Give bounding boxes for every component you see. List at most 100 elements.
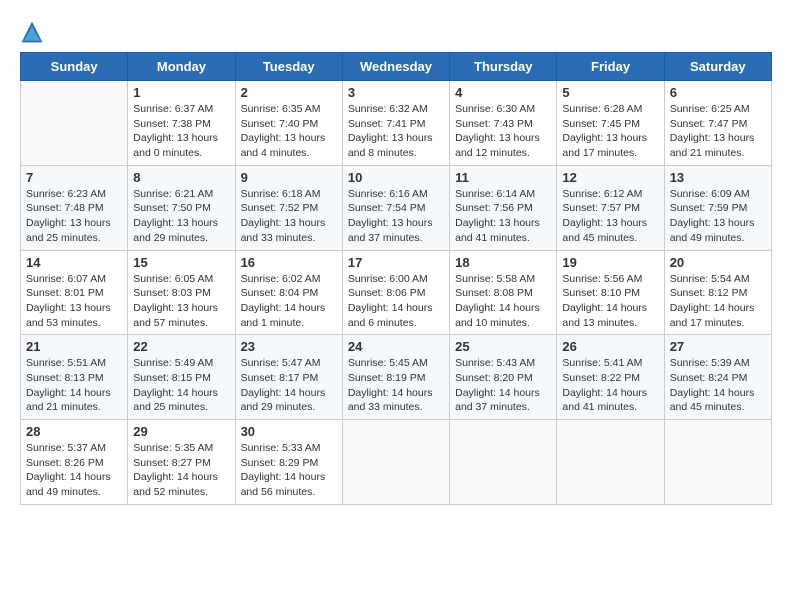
- day-info: Sunrise: 6:18 AMSunset: 7:52 PMDaylight:…: [241, 187, 337, 246]
- day-number: 27: [670, 339, 766, 354]
- day-info: Sunrise: 5:54 AMSunset: 8:12 PMDaylight:…: [670, 272, 766, 331]
- day-cell: 5 Sunrise: 6:28 AMSunset: 7:45 PMDaylight…: [557, 81, 664, 166]
- day-cell: 12Sunrise: 6:12 AMSunset: 7:57 PMDayligh…: [557, 165, 664, 250]
- day-number: 20: [670, 255, 766, 270]
- day-info: Sunrise: 6:02 AMSunset: 8:04 PMDaylight:…: [241, 272, 337, 331]
- day-info: Sunrise: 5:49 AMSunset: 8:15 PMDaylight:…: [133, 356, 229, 415]
- day-info: Sunrise: 5:47 AMSunset: 8:17 PMDaylight:…: [241, 356, 337, 415]
- day-cell: 25Sunrise: 5:43 AMSunset: 8:20 PMDayligh…: [450, 335, 557, 420]
- calendar-body: 1 Sunrise: 6:37 AMSunset: 7:38 PMDaylight…: [21, 81, 772, 505]
- day-info: Sunrise: 6:00 AMSunset: 8:06 PMDaylight:…: [348, 272, 444, 331]
- day-cell: [342, 420, 449, 505]
- day-info: Sunrise: 5:39 AMSunset: 8:24 PMDaylight:…: [670, 356, 766, 415]
- day-cell: 27 Sunrise: 5:39 AMSunset: 8:24 PMDayligh…: [664, 335, 771, 420]
- day-info: Sunrise: 6:37 AMSunset: 7:38 PMDaylight:…: [133, 102, 229, 161]
- day-cell: 13Sunrise: 6:09 AMSunset: 7:59 PMDayligh…: [664, 165, 771, 250]
- day-number: 1: [133, 85, 229, 100]
- week-row-3: 14 Sunrise: 6:07 AMSunset: 8:01 PMDayligh…: [21, 250, 772, 335]
- day-cell: 22Sunrise: 5:49 AMSunset: 8:15 PMDayligh…: [128, 335, 235, 420]
- calendar-header: SundayMondayTuesdayWednesdayThursdayFrid…: [21, 53, 772, 81]
- day-number: 21: [26, 339, 122, 354]
- day-cell: 8 Sunrise: 6:21 AMSunset: 7:50 PMDaylight…: [128, 165, 235, 250]
- day-cell: 18 Sunrise: 5:58 AMSunset: 8:08 PMDayligh…: [450, 250, 557, 335]
- logo-icon: [20, 20, 44, 44]
- day-cell: 1 Sunrise: 6:37 AMSunset: 7:38 PMDaylight…: [128, 81, 235, 166]
- day-info: Sunrise: 6:25 AMSunset: 7:47 PMDaylight:…: [670, 102, 766, 161]
- day-number: 15: [133, 255, 229, 270]
- day-info: Sunrise: 5:33 AMSunset: 8:29 PMDaylight:…: [241, 441, 337, 500]
- page-header: [20, 20, 772, 44]
- day-number: 23: [241, 339, 337, 354]
- day-info: Sunrise: 5:51 AMSunset: 8:13 PMDaylight:…: [26, 356, 122, 415]
- day-info: Sunrise: 6:09 AMSunset: 7:59 PMDaylight:…: [670, 187, 766, 246]
- day-info: Sunrise: 6:23 AMSunset: 7:48 PMDaylight:…: [26, 187, 122, 246]
- day-number: 2: [241, 85, 337, 100]
- day-cell: 7 Sunrise: 6:23 AMSunset: 7:48 PMDaylight…: [21, 165, 128, 250]
- day-info: Sunrise: 5:35 AMSunset: 8:27 PMDaylight:…: [133, 441, 229, 500]
- header-cell-tuesday: Tuesday: [235, 53, 342, 81]
- day-number: 26: [562, 339, 658, 354]
- day-info: Sunrise: 5:45 AMSunset: 8:19 PMDaylight:…: [348, 356, 444, 415]
- logo: [20, 20, 48, 44]
- day-cell: 4Sunrise: 6:30 AMSunset: 7:43 PMDaylight…: [450, 81, 557, 166]
- day-number: 5: [562, 85, 658, 100]
- day-cell: 15 Sunrise: 6:05 AMSunset: 8:03 PMDayligh…: [128, 250, 235, 335]
- header-row: SundayMondayTuesdayWednesdayThursdayFrid…: [21, 53, 772, 81]
- day-cell: 6 Sunrise: 6:25 AMSunset: 7:47 PMDaylight…: [664, 81, 771, 166]
- header-cell-thursday: Thursday: [450, 53, 557, 81]
- day-cell: 26 Sunrise: 5:41 AMSunset: 8:22 PMDayligh…: [557, 335, 664, 420]
- day-number: 18: [455, 255, 551, 270]
- day-info: Sunrise: 5:43 AMSunset: 8:20 PMDaylight:…: [455, 356, 551, 415]
- day-number: 14: [26, 255, 122, 270]
- calendar-table: SundayMondayTuesdayWednesdayThursdayFrid…: [20, 52, 772, 505]
- day-cell: 9 Sunrise: 6:18 AMSunset: 7:52 PMDaylight…: [235, 165, 342, 250]
- day-info: Sunrise: 5:58 AMSunset: 8:08 PMDaylight:…: [455, 272, 551, 331]
- day-cell: 24Sunrise: 5:45 AMSunset: 8:19 PMDayligh…: [342, 335, 449, 420]
- day-info: Sunrise: 6:12 AMSunset: 7:57 PMDaylight:…: [562, 187, 658, 246]
- day-info: Sunrise: 6:21 AMSunset: 7:50 PMDaylight:…: [133, 187, 229, 246]
- day-info: Sunrise: 6:07 AMSunset: 8:01 PMDaylight:…: [26, 272, 122, 331]
- day-number: 9: [241, 170, 337, 185]
- header-cell-sunday: Sunday: [21, 53, 128, 81]
- day-cell: 28 Sunrise: 5:37 AMSunset: 8:26 PMDayligh…: [21, 420, 128, 505]
- day-cell: [450, 420, 557, 505]
- day-number: 16: [241, 255, 337, 270]
- day-cell: 20 Sunrise: 5:54 AMSunset: 8:12 PMDayligh…: [664, 250, 771, 335]
- week-row-5: 28 Sunrise: 5:37 AMSunset: 8:26 PMDayligh…: [21, 420, 772, 505]
- day-cell: 21 Sunrise: 5:51 AMSunset: 8:13 PMDayligh…: [21, 335, 128, 420]
- header-cell-friday: Friday: [557, 53, 664, 81]
- day-info: Sunrise: 6:28 AMSunset: 7:45 PMDaylight:…: [562, 102, 658, 161]
- day-number: 30: [241, 424, 337, 439]
- day-number: 11: [455, 170, 551, 185]
- day-number: 19: [562, 255, 658, 270]
- day-number: 28: [26, 424, 122, 439]
- day-info: Sunrise: 6:14 AMSunset: 7:56 PMDaylight:…: [455, 187, 551, 246]
- day-cell: 11 Sunrise: 6:14 AMSunset: 7:56 PMDayligh…: [450, 165, 557, 250]
- week-row-4: 21 Sunrise: 5:51 AMSunset: 8:13 PMDayligh…: [21, 335, 772, 420]
- day-cell: 16 Sunrise: 6:02 AMSunset: 8:04 PMDayligh…: [235, 250, 342, 335]
- header-cell-monday: Monday: [128, 53, 235, 81]
- week-row-1: 1 Sunrise: 6:37 AMSunset: 7:38 PMDaylight…: [21, 81, 772, 166]
- day-info: Sunrise: 5:37 AMSunset: 8:26 PMDaylight:…: [26, 441, 122, 500]
- day-cell: [664, 420, 771, 505]
- week-row-2: 7 Sunrise: 6:23 AMSunset: 7:48 PMDaylight…: [21, 165, 772, 250]
- day-cell: 23 Sunrise: 5:47 AMSunset: 8:17 PMDayligh…: [235, 335, 342, 420]
- day-number: 6: [670, 85, 766, 100]
- day-number: 7: [26, 170, 122, 185]
- day-cell: 30 Sunrise: 5:33 AMSunset: 8:29 PMDayligh…: [235, 420, 342, 505]
- day-info: Sunrise: 6:16 AMSunset: 7:54 PMDaylight:…: [348, 187, 444, 246]
- day-number: 3: [348, 85, 444, 100]
- day-number: 10: [348, 170, 444, 185]
- day-cell: 14 Sunrise: 6:07 AMSunset: 8:01 PMDayligh…: [21, 250, 128, 335]
- header-cell-saturday: Saturday: [664, 53, 771, 81]
- day-number: 17: [348, 255, 444, 270]
- day-cell: 17 Sunrise: 6:00 AMSunset: 8:06 PMDayligh…: [342, 250, 449, 335]
- day-info: Sunrise: 6:05 AMSunset: 8:03 PMDaylight:…: [133, 272, 229, 331]
- day-number: 8: [133, 170, 229, 185]
- day-cell: 10 Sunrise: 6:16 AMSunset: 7:54 PMDayligh…: [342, 165, 449, 250]
- day-cell: [557, 420, 664, 505]
- day-info: Sunrise: 5:41 AMSunset: 8:22 PMDaylight:…: [562, 356, 658, 415]
- day-info: Sunrise: 5:56 AMSunset: 8:10 PMDaylight:…: [562, 272, 658, 331]
- day-cell: 29Sunrise: 5:35 AMSunset: 8:27 PMDayligh…: [128, 420, 235, 505]
- day-cell: [21, 81, 128, 166]
